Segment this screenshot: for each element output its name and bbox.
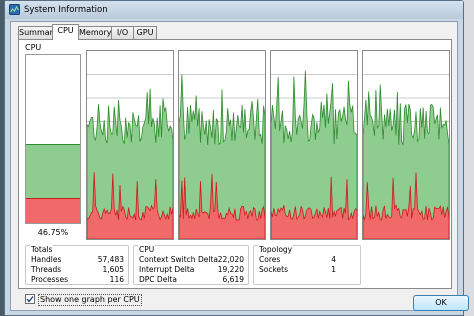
totals-threads-value: 1,605 xyxy=(102,265,124,274)
cpu-history-chart xyxy=(271,70,357,239)
dialog-client-area: Summary CPU Memory I/O GPU CPU 46.75% To… xyxy=(10,21,458,311)
ok-button[interactable]: OK xyxy=(413,295,469,311)
dpc-delta-value: 6,619 xyxy=(222,275,244,284)
cpu-stats-title: CPU xyxy=(138,245,156,254)
topology-group: Topology Cores 4 Sockets 1 xyxy=(253,245,361,285)
totals-processes-value: 116 xyxy=(109,275,124,284)
tab-memory[interactable]: Memory xyxy=(78,26,112,39)
cores-value: 4 xyxy=(331,255,336,264)
cpu-history-graphs xyxy=(86,50,454,240)
cpu-history-chart xyxy=(87,74,173,239)
cpu-usage-caption: CPU xyxy=(25,43,42,52)
totals-group: Totals Handles 57,483 Threads 1,605 Proc… xyxy=(25,245,129,285)
title-bar[interactable]: System Information xyxy=(5,1,463,19)
totals-handles-label: Handles xyxy=(31,255,62,264)
cpu-graph-2 xyxy=(270,50,358,240)
topology-title: Topology xyxy=(258,245,294,254)
cpu-stats-group: CPU Context Switch Delta 22,020 Interrup… xyxy=(133,245,249,285)
checkmark-icon xyxy=(26,296,34,303)
cpu-usage-kernel-fill xyxy=(26,197,80,223)
cpu-usage-bar xyxy=(25,54,81,224)
cpu-usage-percent: 46.75% xyxy=(37,228,69,237)
context-switch-delta-value: 22,020 xyxy=(217,255,244,264)
cpu-graph-3 xyxy=(362,50,450,240)
cpu-history-chart xyxy=(363,74,449,239)
context-switch-delta-label: Context Switch Delta xyxy=(139,255,218,264)
cpu-tab-panel: CPU 46.75% Totals Handles 57,483 Threads… xyxy=(18,39,452,289)
totals-handles-value: 57,483 xyxy=(97,255,124,264)
sockets-label: Sockets xyxy=(259,265,289,274)
cpu-history-chart xyxy=(179,74,265,239)
interrupt-delta-value: 19,220 xyxy=(217,265,244,274)
cpu-graph-0 xyxy=(86,50,174,240)
cores-label: Cores xyxy=(259,255,281,264)
interrupt-delta-label: Interrupt Delta xyxy=(139,265,195,274)
cpu-graph-1 xyxy=(178,50,266,240)
totals-threads-label: Threads xyxy=(31,265,62,274)
tab-cpu[interactable]: CPU xyxy=(52,24,79,40)
tab-gpu[interactable]: GPU xyxy=(133,26,157,39)
tab-summary[interactable]: Summary xyxy=(18,26,58,39)
show-one-graph-per-cpu-label[interactable]: Show one graph per CPU xyxy=(38,294,142,306)
app-icon xyxy=(9,4,20,15)
tab-io[interactable]: I/O xyxy=(111,26,134,39)
show-one-graph-per-cpu-checkbox[interactable] xyxy=(25,294,35,304)
window-title: System Information xyxy=(24,5,108,15)
sockets-value: 1 xyxy=(331,265,336,274)
totals-title: Totals xyxy=(30,245,54,254)
dpc-delta-label: DPC Delta xyxy=(139,275,177,284)
system-information-window: System Information Summary CPU Memory I/… xyxy=(4,0,469,316)
totals-processes-label: Processes xyxy=(31,275,68,284)
